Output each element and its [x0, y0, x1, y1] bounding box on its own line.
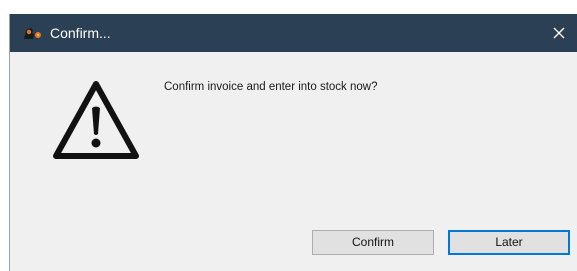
warning-icon	[50, 78, 142, 162]
app-logo-icon	[22, 26, 44, 40]
confirm-dialog: Confirm... Confirm invoice and enter int…	[9, 14, 577, 271]
later-button[interactable]: Later	[448, 230, 570, 255]
close-icon	[553, 27, 565, 39]
title-bar: Confirm...	[10, 14, 577, 52]
confirm-button[interactable]: Confirm	[312, 230, 434, 255]
window-title: Confirm...	[50, 25, 111, 41]
close-button[interactable]	[540, 14, 577, 52]
dialog-message: Confirm invoice and enter into stock now…	[164, 81, 378, 93]
